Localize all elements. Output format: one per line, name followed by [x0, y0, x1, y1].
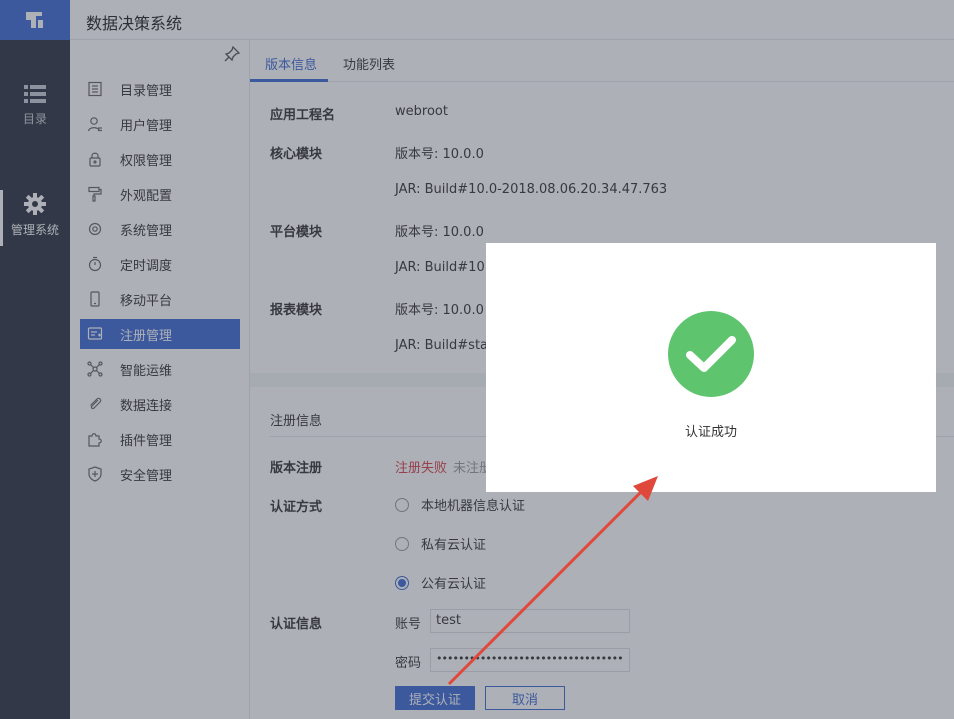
success-dialog: 认证成功: [486, 243, 936, 492]
dialog-message: 认证成功: [684, 425, 737, 440]
checkmark-circle-icon: [668, 311, 754, 397]
